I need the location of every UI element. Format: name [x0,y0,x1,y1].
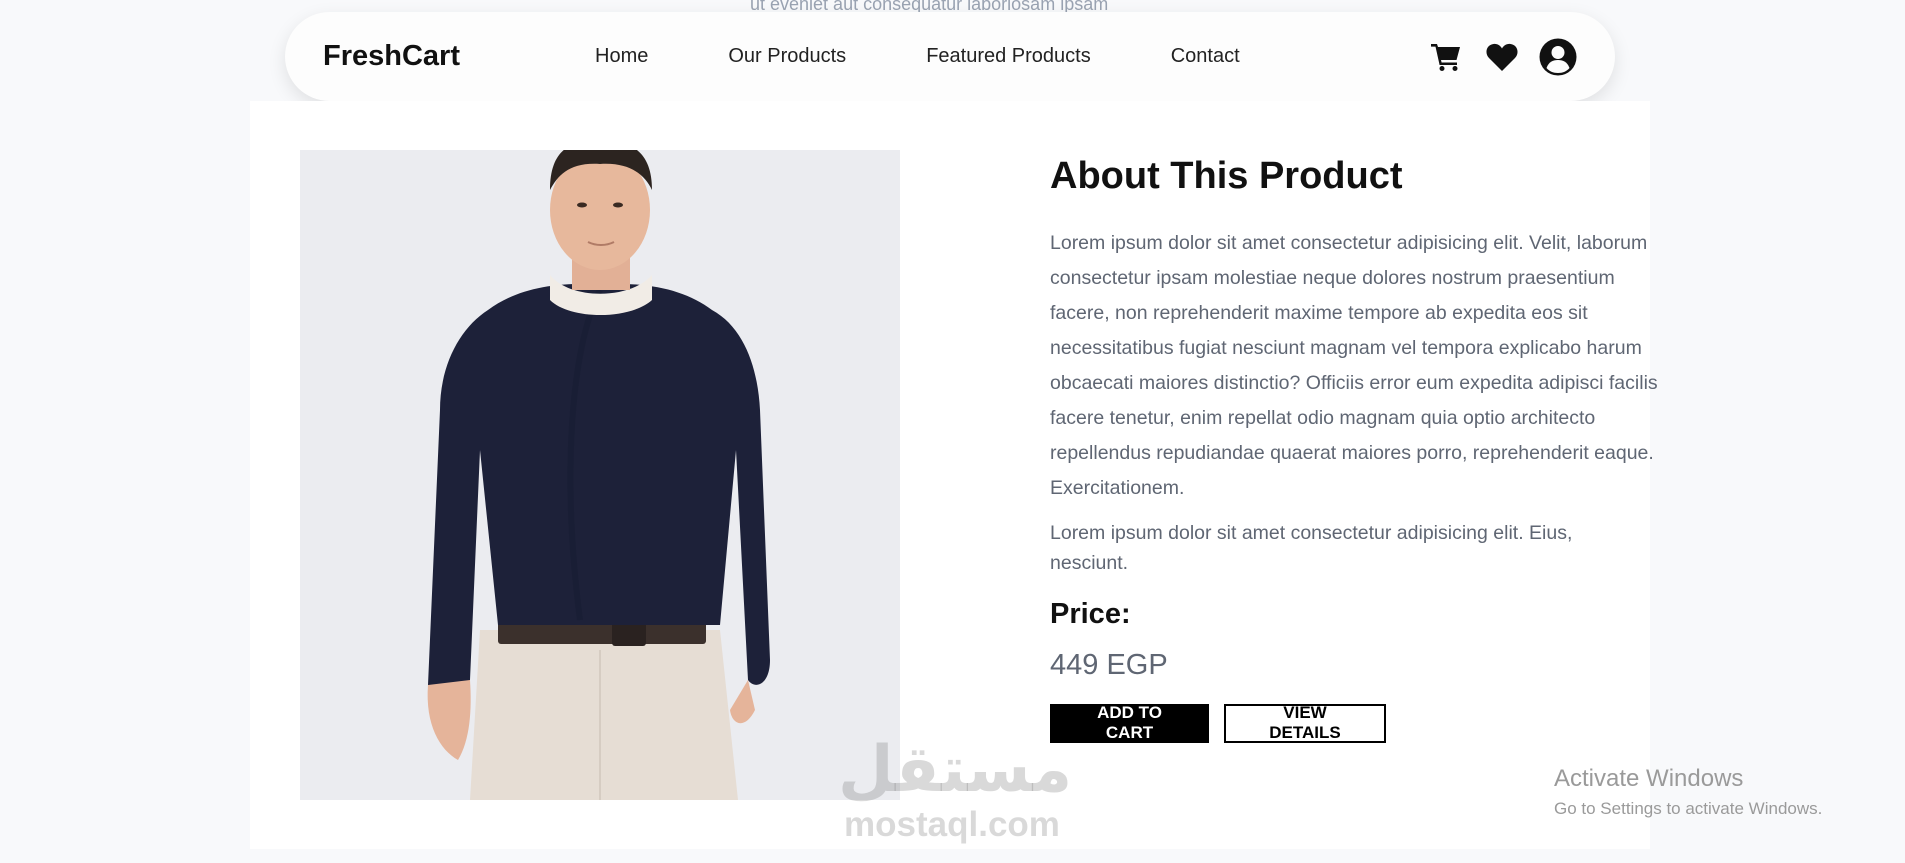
product-description: Lorem ipsum dolor sit amet consectetur a… [1050,231,1658,499]
add-to-cart-button[interactable]: ADD TO CART [1050,703,1209,743]
product-title: About This Product [1050,155,1403,197]
nav-link-home[interactable]: Home [595,45,648,68]
price-label: Price: [1050,597,1131,630]
heart-icon[interactable] [1483,38,1521,76]
product-info: About This Product Lorem ipsum dolor sit… [1050,150,1660,743]
user-circle-icon[interactable] [1539,38,1577,76]
nav-link-contact[interactable]: Contact [1171,45,1240,68]
activation-title: Activate Windows [1554,765,1744,792]
product-actions: ADD TO CART VIEW DETAILS [1050,703,1660,743]
brand-logo[interactable]: FreshCart [323,40,595,73]
navbar: FreshCart Home Our Products Featured Pro… [285,12,1615,101]
product-description-secondary: Lorem ipsum dolor sit amet consectetur a… [1050,521,1573,574]
watermark-arabic: مستقل [838,733,1073,807]
nav-links: Home Our Products Featured Products Cont… [595,45,1320,68]
nav-icons [1427,38,1577,76]
view-details-button[interactable]: VIEW DETAILS [1224,703,1386,743]
activation-subtitle: Go to Settings to activate Windows. [1554,799,1823,818]
product-image [300,150,900,800]
cart-icon[interactable] [1427,38,1465,76]
nav-link-our-products[interactable]: Our Products [728,45,846,68]
watermark: مستقل mostaql.com [838,733,1073,845]
price-value: 449 EGP [1050,648,1168,681]
windows-activation-notice: Activate Windows Go to Settings to activ… [1554,765,1822,819]
nav-link-featured-products[interactable]: Featured Products [926,45,1091,68]
watermark-latin: mostaql.com [844,805,1060,844]
